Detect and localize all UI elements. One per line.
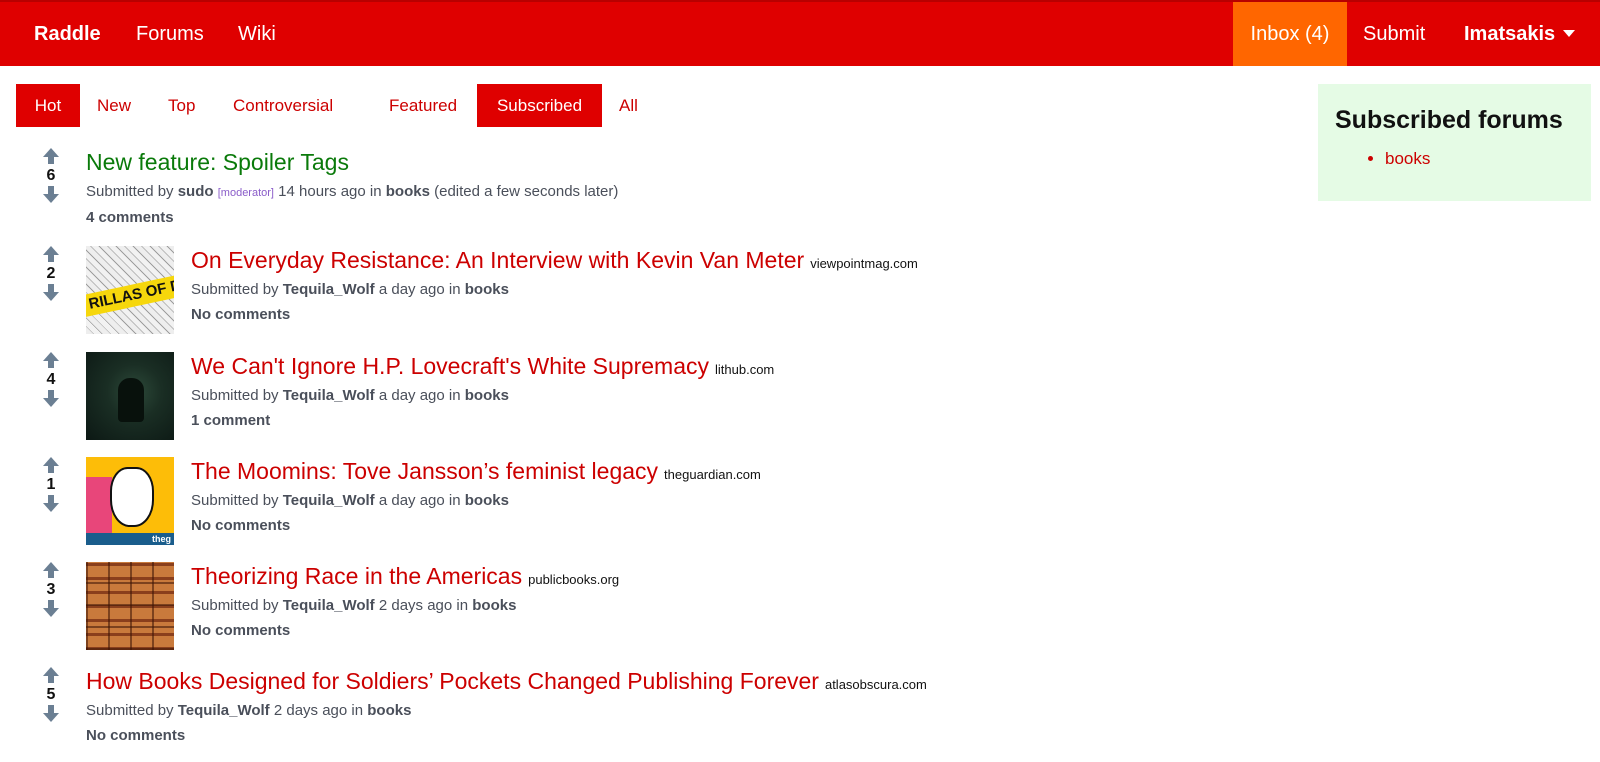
submission-title-link[interactable]: The Moomins: Tove Jansson’s feminist leg… (191, 458, 658, 484)
subscribed-forums-panel: Subscribed forums books (1318, 84, 1591, 201)
submission-body: The Moomins: Tove Jansson’s feminist leg… (191, 457, 761, 536)
submission-title-link[interactable]: New feature: Spoiler Tags (86, 149, 349, 175)
tab-subscribed[interactable]: Subscribed (477, 84, 602, 127)
submission-title-link[interactable]: We Can't Ignore H.P. Lovecraft's White S… (191, 353, 709, 379)
upvote-arrow-icon[interactable] (43, 148, 59, 166)
submission-thumbnail[interactable] (86, 352, 174, 440)
downvote-arrow-icon[interactable] (43, 186, 59, 204)
forum-link[interactable]: books (465, 492, 509, 509)
upvote-arrow-icon[interactable] (43, 246, 59, 264)
moderator-tag: [moderator] (217, 187, 274, 199)
submission-row: 5 How Books Designed for Soldiers’ Pocke… (0, 667, 1300, 762)
submission-meta: Submitted by Tequila_Wolf 2 days ago in … (191, 597, 517, 614)
vote-controls: 3 (40, 562, 62, 618)
vote-controls: 5 (40, 667, 62, 723)
submission-title-link[interactable]: On Everyday Resistance: An Interview wit… (191, 247, 804, 273)
forum-link[interactable]: books (472, 597, 516, 614)
caret-down-icon (1563, 29, 1576, 37)
author-link[interactable]: Tequila_Wolf (283, 492, 375, 509)
submission-meta: Submitted by Tequila_Wolf 2 days ago in … (86, 702, 412, 719)
upvote-arrow-icon[interactable] (43, 457, 59, 475)
submission-title-link[interactable]: Theorizing Race in the Americas (191, 563, 522, 589)
tab-controversial[interactable]: Controversial (233, 84, 333, 127)
sidebar-title: Subscribed forums (1335, 106, 1563, 134)
upvote-arrow-icon[interactable] (43, 352, 59, 370)
forum-link[interactable]: books (386, 183, 430, 200)
author-link[interactable]: Tequila_Wolf (283, 387, 375, 404)
submission-row: 3 Theorizing Race in the Americas publicb… (0, 562, 1300, 657)
downvote-arrow-icon[interactable] (43, 705, 59, 723)
vote-score: 1 (46, 476, 56, 493)
submission-domain: viewpointmag.com (810, 256, 918, 271)
author-link[interactable]: sudo (178, 183, 214, 200)
tab-hot[interactable]: Hot (16, 84, 80, 127)
comments-link[interactable]: 1 comment (191, 411, 774, 431)
downvote-arrow-icon[interactable] (43, 600, 59, 618)
submission-body: We Can't Ignore H.P. Lovecraft's White S… (191, 352, 774, 431)
nav-inbox-link[interactable]: Inbox (4) (1233, 2, 1347, 66)
comments-link[interactable]: No comments (191, 305, 918, 325)
user-menu-button[interactable]: Imatsakis (1464, 2, 1576, 66)
comments-link[interactable]: No comments (86, 726, 927, 746)
vote-score: 5 (46, 686, 56, 703)
submission-body: Theorizing Race in the Americas publicboo… (191, 562, 619, 641)
tab-top[interactable]: Top (168, 84, 195, 127)
submission-domain: lithub.com (715, 362, 775, 377)
submission-body: On Everyday Resistance: An Interview wit… (191, 246, 918, 325)
downvote-arrow-icon[interactable] (43, 390, 59, 408)
submission-row: 2 RILLAS OF DI On Everyday Resistance: A… (0, 246, 1300, 341)
vote-controls: 4 (40, 352, 62, 408)
thumbnail-caption: theg (86, 533, 174, 545)
comments-link[interactable]: No comments (191, 621, 619, 641)
submission-body: How Books Designed for Soldiers’ Pockets… (86, 667, 927, 746)
submission-domain: publicbooks.org (528, 572, 620, 587)
submission-meta: Submitted by Tequila_Wolf a day ago in b… (191, 492, 509, 509)
author-link[interactable]: Tequila_Wolf (178, 702, 270, 719)
vote-controls: 1 (40, 457, 62, 513)
comments-link[interactable]: No comments (191, 516, 761, 536)
nav-wiki-link[interactable]: Wiki (238, 2, 276, 66)
vote-score: 3 (46, 581, 56, 598)
submission-row: 1 theg The Moomins: Tove Jansson’s femin… (0, 457, 1300, 552)
vote-controls: 6 (40, 148, 62, 204)
site-logo-link[interactable]: Raddle (34, 2, 101, 66)
vote-controls: 2 (40, 246, 62, 302)
submission-domain: theguardian.com (664, 467, 761, 482)
forum-link[interactable]: books (367, 702, 411, 719)
submission-row: 6 New feature: Spoiler Tags Submitted by… (0, 148, 1300, 243)
downvote-arrow-icon[interactable] (43, 495, 59, 513)
tab-new[interactable]: New (97, 84, 131, 127)
upvote-arrow-icon[interactable] (43, 562, 59, 580)
username-label: Imatsakis (1464, 23, 1556, 45)
submission-row: 4 We Can't Ignore H.P. Lovecraft's White… (0, 352, 1300, 447)
author-link[interactable]: Tequila_Wolf (283, 597, 375, 614)
vote-score: 4 (46, 371, 56, 388)
vote-score: 2 (46, 265, 56, 282)
subscribed-forums-list: books (1335, 149, 1591, 169)
tab-featured[interactable]: Featured (389, 84, 457, 127)
submission-thumbnail[interactable]: RILLAS OF DI (86, 246, 174, 334)
submission-title-link[interactable]: How Books Designed for Soldiers’ Pockets… (86, 668, 819, 694)
top-navbar: Raddle Forums Wiki Inbox (4) Submit Imat… (0, 0, 1600, 66)
sidebar-forum-link[interactable]: books (1385, 149, 1591, 169)
submission-meta: Submitted by Tequila_Wolf a day ago in b… (191, 387, 509, 404)
forum-link[interactable]: books (465, 387, 509, 404)
submission-meta: Submitted by sudo [moderator] 14 hours a… (86, 183, 619, 200)
downvote-arrow-icon[interactable] (43, 284, 59, 302)
tab-all[interactable]: All (619, 84, 638, 127)
edited-note: (edited a few seconds later) (434, 183, 619, 200)
upvote-arrow-icon[interactable] (43, 667, 59, 685)
submission-meta: Submitted by Tequila_Wolf a day ago in b… (191, 281, 509, 298)
nav-submit-link[interactable]: Submit (1363, 2, 1425, 66)
author-link[interactable]: Tequila_Wolf (283, 281, 375, 298)
submission-thumbnail[interactable]: theg (86, 457, 174, 545)
submission-thumbnail[interactable] (86, 562, 174, 650)
forum-link[interactable]: books (465, 281, 509, 298)
submission-domain: atlasobscura.com (824, 677, 927, 692)
comments-link[interactable]: 4 comments (86, 208, 618, 228)
vote-score: 6 (46, 167, 56, 184)
submission-body: New feature: Spoiler Tags Submitted by s… (86, 148, 618, 228)
nav-forums-link[interactable]: Forums (136, 2, 204, 66)
